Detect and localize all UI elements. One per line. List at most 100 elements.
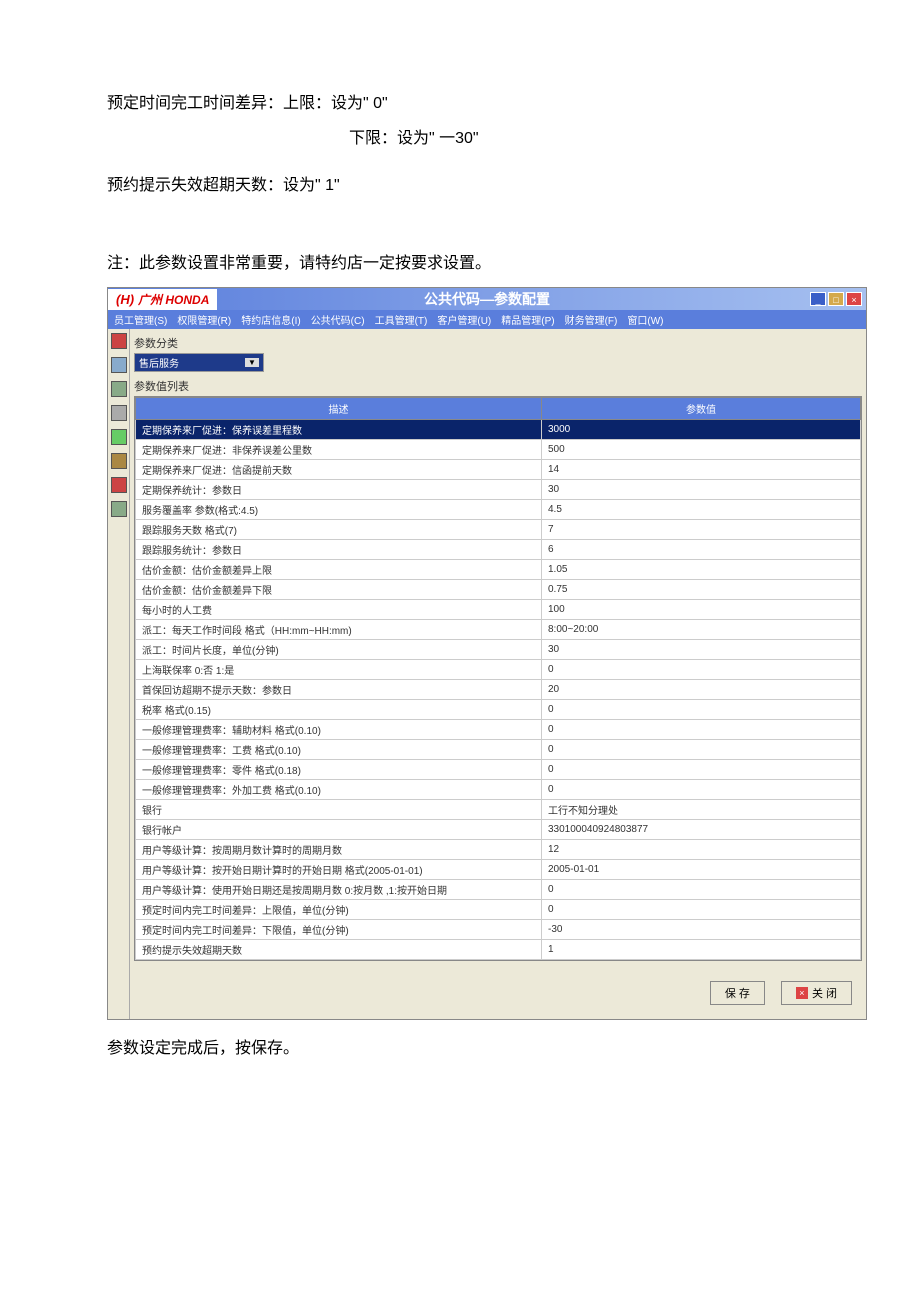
app-window: (H) 广州 HONDA 公共代码—参数配置 _ □ × 员工管理(S) 权限管… — [107, 287, 867, 1020]
sidebar-icon[interactable] — [111, 453, 127, 469]
cell-description: 预定时间内完工时间差异：下限值，单位(分钟) — [136, 920, 542, 940]
cell-value: 0 — [542, 900, 861, 920]
cell-value: 20 — [542, 680, 861, 700]
cell-description: 估价金额：估价金额差异上限 — [136, 560, 542, 580]
cell-description: 定期保养统计：参数日 — [136, 480, 542, 500]
title-bar: (H) 广州 HONDA 公共代码—参数配置 _ □ × — [108, 288, 866, 310]
cell-description: 定期保养来厂促进：非保养误差公里数 — [136, 440, 542, 460]
cell-value: -30 — [542, 920, 861, 940]
instruction-text-2: 下限：设为" 一30" — [107, 125, 920, 154]
sidebar-icon[interactable] — [111, 357, 127, 373]
cell-value: 6 — [542, 540, 861, 560]
menu-item[interactable]: 员工管理(S) — [114, 312, 167, 327]
close-label: 关 闭 — [812, 985, 837, 1001]
table-row[interactable]: 派工：每天工作时间段 格式（HH:mm~HH:mm)8:00~20:00 — [136, 620, 861, 640]
cell-description: 首保回访超期不提示天数：参数日 — [136, 680, 542, 700]
table-row[interactable]: 预定时间内完工时间差异：上限值，单位(分钟)0 — [136, 900, 861, 920]
cell-value: 12 — [542, 840, 861, 860]
cell-description: 服务覆盖率 参数(格式:4.5) — [136, 500, 542, 520]
sidebar-icon[interactable] — [111, 333, 127, 349]
table-row[interactable]: 银行工行不知分理处 — [136, 800, 861, 820]
table-row[interactable]: 跟踪服务天数 格式(7)7 — [136, 520, 861, 540]
table-row[interactable]: 定期保养统计：参数日30 — [136, 480, 861, 500]
cell-value: 0 — [542, 760, 861, 780]
instruction-text-1: 预定时间完工时间差异：上限：设为" 0" — [107, 90, 920, 119]
cell-value: 1.05 — [542, 560, 861, 580]
table-row[interactable]: 税率 格式(0.15)0 — [136, 700, 861, 720]
table-row[interactable]: 银行帐户330100040924803877 — [136, 820, 861, 840]
table-row[interactable]: 估价金额：估价金额差异上限1.05 — [136, 560, 861, 580]
menu-item[interactable]: 财务管理(F) — [565, 312, 618, 327]
table-row[interactable]: 用户等级计算：按周期月数计算时的周期月数12 — [136, 840, 861, 860]
table-row[interactable]: 定期保养来厂促进：非保养误差公里数500 — [136, 440, 861, 460]
table-row[interactable]: 估价金额：估价金额差异下限0.75 — [136, 580, 861, 600]
table-row[interactable]: 用户等级计算：按开始日期计算时的开始日期 格式(2005-01-01)2005-… — [136, 860, 861, 880]
cell-description: 跟踪服务统计：参数日 — [136, 540, 542, 560]
table-row[interactable]: 一般修理管理费率：工费 格式(0.10)0 — [136, 740, 861, 760]
cell-description: 用户等级计算：按开始日期计算时的开始日期 格式(2005-01-01) — [136, 860, 542, 880]
menu-item[interactable]: 客户管理(U) — [437, 312, 491, 327]
cell-description: 派工：时间片长度，单位(分钟) — [136, 640, 542, 660]
dropdown-value: 售后服务 — [139, 355, 179, 370]
close-button[interactable]: × 关 闭 — [781, 981, 852, 1005]
table-row[interactable]: 上海联保率 0:否 1:是0 — [136, 660, 861, 680]
sidebar-icon[interactable] — [111, 381, 127, 397]
cell-description: 定期保养来厂促进：保养误差里程数 — [136, 420, 542, 440]
cell-description: 预约提示失效超期天数 — [136, 940, 542, 960]
menu-item[interactable]: 窗口(W) — [627, 312, 663, 327]
menu-item[interactable]: 权限管理(R) — [177, 312, 231, 327]
menu-item[interactable]: 特约店信息(I) — [241, 312, 300, 327]
table-row[interactable]: 定期保养来厂促进：信函提前天数14 — [136, 460, 861, 480]
cell-value: 0 — [542, 740, 861, 760]
table-row[interactable]: 跟踪服务统计：参数日6 — [136, 540, 861, 560]
cell-value: 8:00~20:00 — [542, 620, 861, 640]
window-title: 公共代码—参数配置 — [424, 289, 550, 309]
table-row[interactable]: 一般修理管理费率：辅助材料 格式(0.10)0 — [136, 720, 861, 740]
cell-description: 用户等级计算：使用开始日期还是按周期月数 0:按月数 ,1:按开始日期 — [136, 880, 542, 900]
cell-description: 银行帐户 — [136, 820, 542, 840]
menu-item[interactable]: 精品管理(P) — [501, 312, 554, 327]
cell-value: 0 — [542, 880, 861, 900]
instruction-text-3: 预约提示失效超期天数：设为" 1" — [107, 172, 920, 201]
menu-item[interactable]: 工具管理(T) — [375, 312, 428, 327]
table-row[interactable]: 定期保养来厂促进：保养误差里程数3000 — [136, 420, 861, 440]
cell-description: 每小时的人工费 — [136, 600, 542, 620]
table-row[interactable]: 预定时间内完工时间差异：下限值，单位(分钟)-30 — [136, 920, 861, 940]
cell-value: 工行不知分理处 — [542, 800, 861, 820]
sidebar-icon[interactable] — [111, 429, 127, 445]
menu-item[interactable]: 公共代码(C) — [311, 312, 365, 327]
menu-bar: 员工管理(S) 权限管理(R) 特约店信息(I) 公共代码(C) 工具管理(T)… — [108, 310, 866, 329]
cell-value: 14 — [542, 460, 861, 480]
cell-value: 30 — [542, 480, 861, 500]
sidebar-icon[interactable] — [111, 501, 127, 517]
cell-description: 一般修理管理费率：零件 格式(0.18) — [136, 760, 542, 780]
cell-description: 税率 格式(0.15) — [136, 700, 542, 720]
category-dropdown[interactable]: 售后服务 ▼ — [134, 353, 264, 372]
table-row[interactable]: 派工：时间片长度，单位(分钟)30 — [136, 640, 861, 660]
cell-value: 100 — [542, 600, 861, 620]
cell-value: 0 — [542, 700, 861, 720]
sidebar-icon[interactable] — [111, 405, 127, 421]
table-row[interactable]: 用户等级计算：使用开始日期还是按周期月数 0:按月数 ,1:按开始日期0 — [136, 880, 861, 900]
sidebar-icon[interactable] — [111, 477, 127, 493]
cell-value: 0 — [542, 660, 861, 680]
honda-h-icon: (H) — [116, 292, 134, 307]
table-row[interactable]: 首保回访超期不提示天数：参数日20 — [136, 680, 861, 700]
cell-value: 3000 — [542, 420, 861, 440]
table-row[interactable]: 预约提示失效超期天数1 — [136, 940, 861, 960]
brand-text: 广州 HONDA — [138, 291, 209, 308]
table-row[interactable]: 服务覆盖率 参数(格式:4.5)4.5 — [136, 500, 861, 520]
close-icon: × — [796, 987, 808, 999]
table-row[interactable]: 一般修理管理费率：零件 格式(0.18)0 — [136, 760, 861, 780]
close-window-button[interactable]: × — [846, 292, 862, 306]
cell-value: 30 — [542, 640, 861, 660]
cell-value: 7 — [542, 520, 861, 540]
table-row[interactable]: 一般修理管理费率：外加工费 格式(0.10)0 — [136, 780, 861, 800]
cell-description: 一般修理管理费率：辅助材料 格式(0.10) — [136, 720, 542, 740]
save-button[interactable]: 保 存 — [710, 981, 765, 1005]
maximize-button[interactable]: □ — [828, 292, 844, 306]
cell-value: 0 — [542, 780, 861, 800]
section-label-category: 参数分类 — [134, 333, 862, 353]
table-row[interactable]: 每小时的人工费100 — [136, 600, 861, 620]
minimize-button[interactable]: _ — [810, 292, 826, 306]
